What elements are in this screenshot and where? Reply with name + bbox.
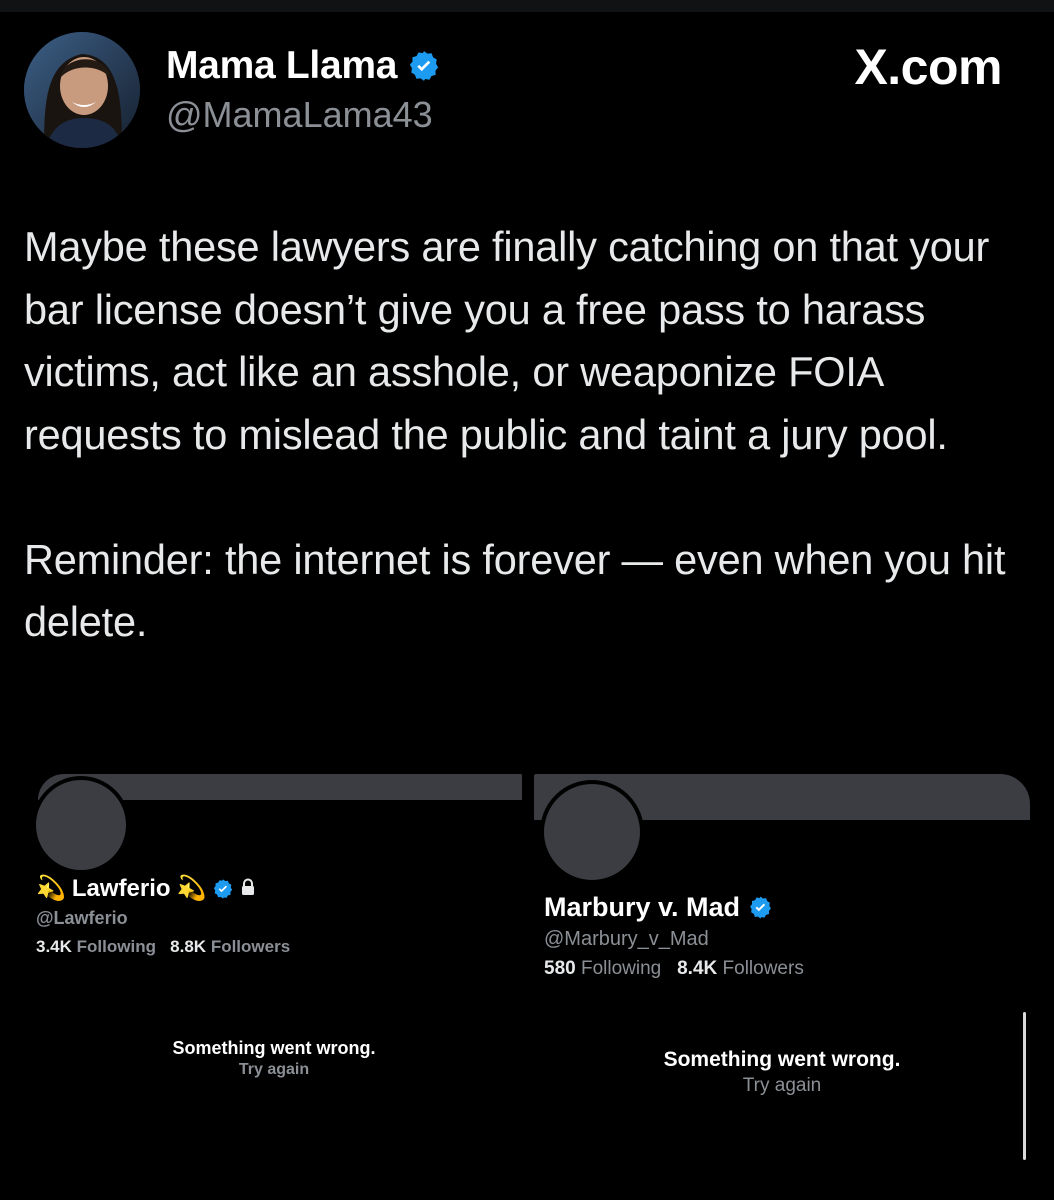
profile-name-row: Marbury v. Mad	[544, 892, 773, 923]
profile-card-marbury: Marbury v. Mad @Marbury_v_Mad 580 Follow…	[534, 772, 1034, 1172]
top-border	[0, 0, 1054, 12]
error-title: Something went wrong.	[172, 1038, 376, 1058]
profile-handle: @Marbury_v_Mad	[544, 928, 709, 950]
profile-name: Marbury v. Mad	[544, 892, 741, 922]
error-message: Something went wrong. Try again	[534, 1048, 1030, 1097]
tweet-paragraph: Maybe these lawyers are finally catching…	[24, 223, 990, 458]
verified-badge-icon	[407, 49, 441, 83]
profile-name: Lawferio	[71, 874, 171, 902]
following-count: 580	[544, 958, 576, 979]
profile-avatar-placeholder	[540, 780, 644, 884]
author-name[interactable]: Mama Llama	[166, 44, 397, 88]
followers-label: Followers	[210, 937, 291, 956]
tweet-paragraph: Reminder: the internet is forever — even…	[24, 535, 1006, 646]
error-title: Something went wrong.	[663, 1048, 901, 1071]
verified-badge-icon	[212, 878, 234, 900]
following-label: Following	[76, 937, 156, 956]
author-handle[interactable]: @MamaLama43	[166, 94, 433, 136]
profile-name-row: 💫 Lawferio 💫	[36, 874, 256, 903]
scrollbar[interactable]	[1023, 1012, 1026, 1160]
following-label: Following	[580, 958, 662, 979]
followers-count: 8.4K	[677, 958, 718, 979]
error-message: Something went wrong. Try again	[24, 1038, 524, 1079]
verified-badge-icon	[748, 895, 773, 920]
followers-count: 8.8K	[170, 937, 207, 956]
profile-stats: 580 Following 8.4K Followers	[544, 958, 804, 980]
dizzy-star-emoji: 💫	[36, 875, 66, 902]
author-name-row[interactable]: Mama Llama	[166, 44, 441, 88]
author-avatar[interactable]	[24, 32, 140, 148]
followers-label: Followers	[722, 958, 804, 979]
profile-avatar-placeholder	[32, 776, 130, 874]
profile-handle: @Lawferio	[36, 908, 128, 928]
lock-icon	[240, 875, 256, 903]
try-again-link[interactable]: Try again	[534, 1075, 1030, 1097]
profile-card-lawferio: 💫 Lawferio 💫 @Lawferio 3.4K Following 8.…	[24, 772, 524, 1172]
dizzy-star-emoji: 💫	[176, 875, 207, 902]
profile-stats: 3.4K Following 8.8K Followers	[36, 937, 290, 957]
following-count: 3.4K	[36, 937, 72, 956]
source-logo-text: X.com	[854, 39, 1002, 95]
tweet-body: Maybe these lawyers are finally catching…	[24, 216, 1034, 654]
try-again-link[interactable]: Try again	[24, 1061, 524, 1079]
